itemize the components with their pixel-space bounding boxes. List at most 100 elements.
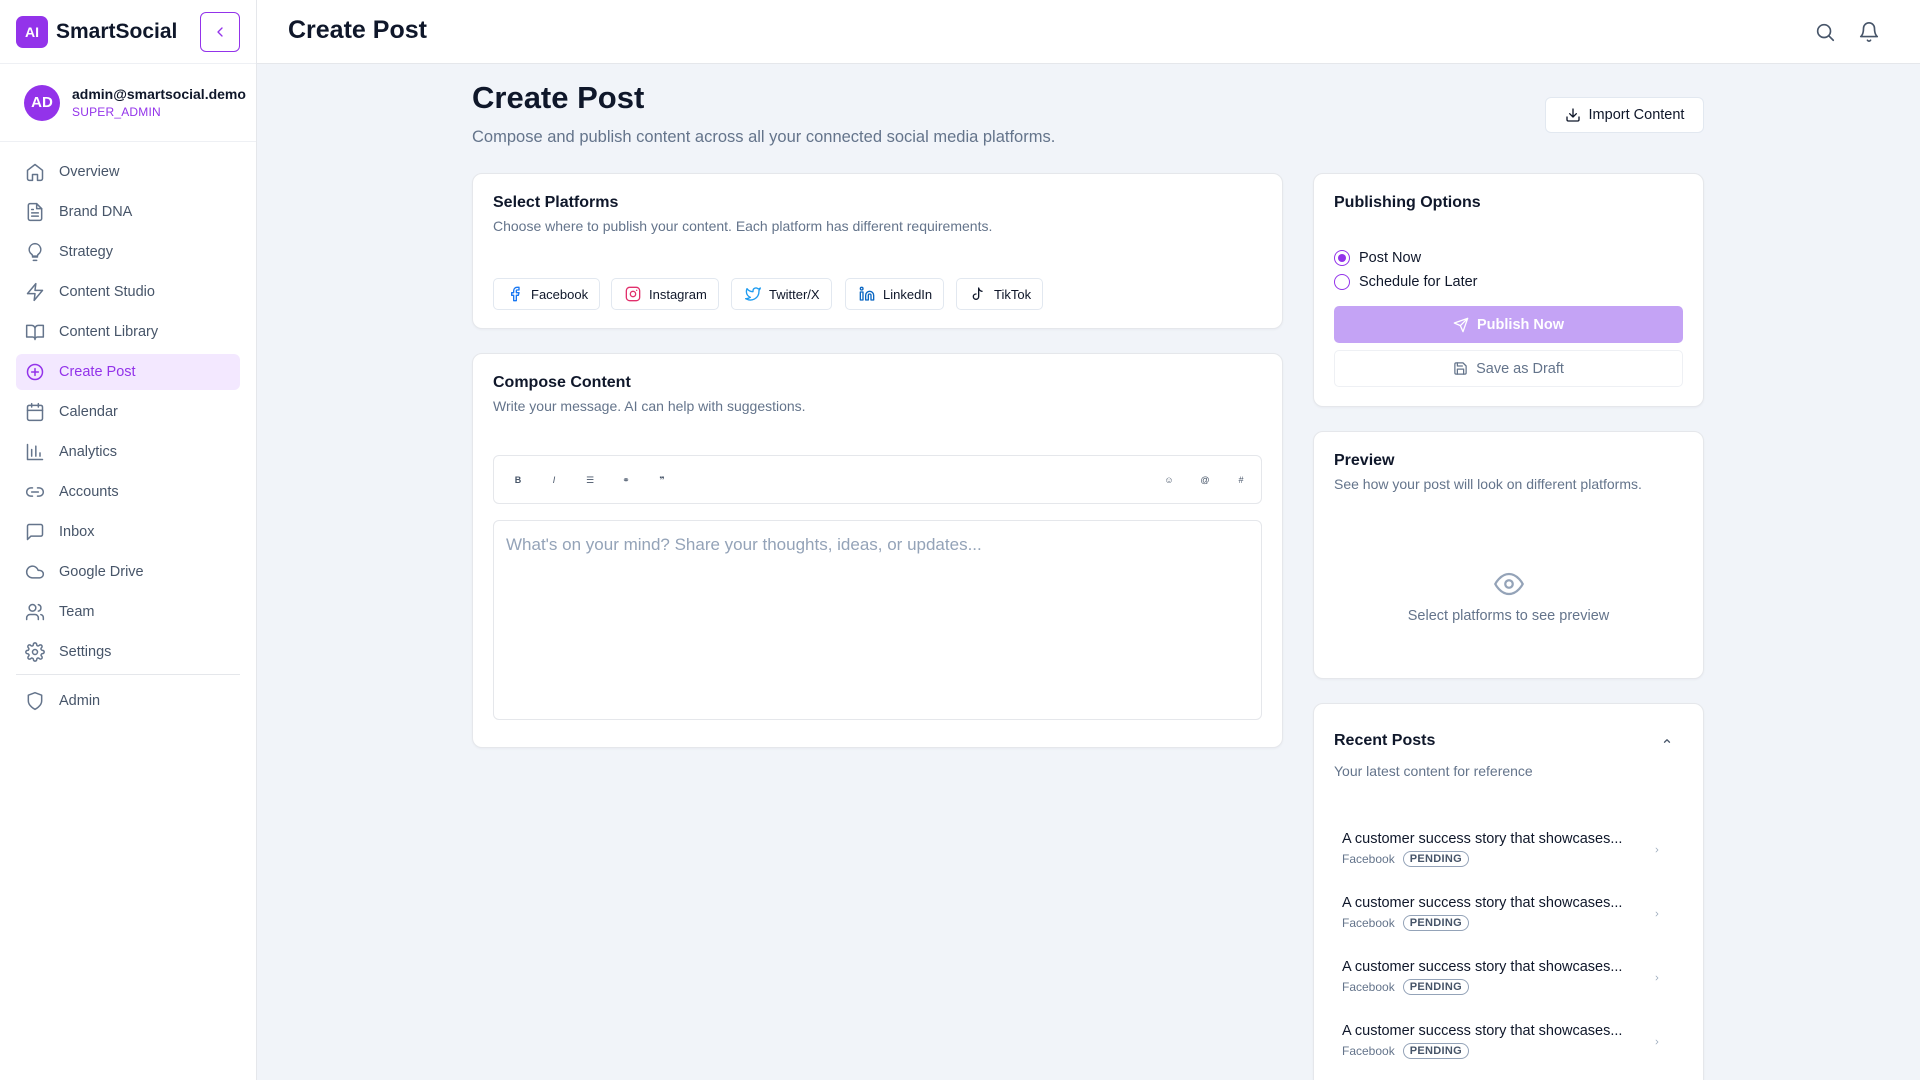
- sidebar-item-brand-dna[interactable]: Brand DNA: [16, 194, 240, 230]
- platform-label: Twitter/X: [769, 286, 820, 302]
- publish-now-label: Publish Now: [1477, 316, 1564, 333]
- sidebar-item-admin[interactable]: Admin: [16, 683, 240, 719]
- sidebar-item-inbox[interactable]: Inbox: [16, 514, 240, 550]
- status-badge: PENDING: [1402, 1043, 1469, 1059]
- search-icon[interactable]: [1814, 21, 1836, 43]
- page-title: Create Post: [472, 80, 645, 115]
- sidebar-item-label: Overview: [59, 164, 120, 180]
- sidebar-item-team[interactable]: Team: [16, 594, 240, 630]
- sidebar-item-label: Admin: [59, 693, 101, 709]
- post-content-input[interactable]: [494, 521, 1261, 719]
- publish-now-button[interactable]: Publish Now: [1334, 306, 1683, 343]
- chevron-right-icon: [1655, 847, 1659, 853]
- import-content-button[interactable]: Import Content: [1545, 97, 1704, 133]
- sidebar-item-label: Accounts: [59, 484, 119, 500]
- sidebar-item-calendar[interactable]: Calendar: [16, 394, 240, 430]
- shield-icon: [27, 691, 43, 711]
- recent-post-platform: Facebook: [1342, 1044, 1395, 1058]
- recent-posts-card: Recent Posts Your latest content for ref…: [1313, 703, 1704, 1080]
- platform-facebook-button[interactable]: Facebook: [493, 278, 601, 310]
- recent-post-title: A customer success story that showcases.…: [1342, 1023, 1623, 1039]
- card-title: Select Platforms: [493, 194, 619, 211]
- twitter-icon: [745, 287, 761, 301]
- compose-content-card: Compose Content Write your message. AI c…: [472, 353, 1283, 748]
- sidebar-item-create-post[interactable]: Create Post: [16, 354, 240, 390]
- recent-post-title: A customer success story that showcases.…: [1342, 895, 1623, 911]
- chevron-up-icon[interactable]: [1662, 736, 1672, 746]
- sidebar-item-content-studio[interactable]: Content Studio: [16, 274, 240, 310]
- instagram-icon: [625, 286, 641, 302]
- user-email: admin@smartsocial.demo: [72, 86, 246, 102]
- sidebar-item-label: Settings: [59, 644, 112, 660]
- tiktok-icon: [972, 287, 983, 300]
- card-title: Compose Content: [493, 374, 631, 391]
- chevron-right-icon: [1655, 975, 1659, 981]
- recent-post-title: A customer success story that showcases.…: [1342, 831, 1623, 847]
- calendar-icon: [26, 402, 44, 422]
- post-now-option[interactable]: Post Now: [1334, 250, 1421, 266]
- sidebar-item-label: Analytics: [59, 444, 118, 460]
- recent-post-platform: Facebook: [1342, 852, 1395, 866]
- list-item[interactable]: A customer success story that showcases.…: [1342, 1023, 1672, 1059]
- select-platforms-card: Select Platforms Choose where to publish…: [472, 173, 1283, 329]
- link-icon[interactable]: ⚭: [620, 474, 632, 486]
- home-icon: [26, 163, 44, 182]
- radio-unselected-icon[interactable]: [1334, 274, 1350, 290]
- linkedin-icon: [859, 286, 875, 301]
- recent-post-title: A customer success story that showcases.…: [1342, 959, 1623, 975]
- list-icon[interactable]: ☰: [584, 474, 596, 486]
- sidebar-item-google-drive[interactable]: Google Drive: [16, 554, 240, 590]
- platform-label: TikTok: [994, 286, 1032, 302]
- brand-name: SmartSocial: [56, 19, 178, 43]
- sidebar-item-strategy[interactable]: Strategy: [16, 234, 240, 270]
- sidebar-item-label: Inbox: [59, 524, 95, 540]
- platform-instagram-button[interactable]: Instagram: [611, 278, 719, 310]
- sidebar-item-label: Google Drive: [59, 564, 144, 580]
- radio-selected-icon[interactable]: [1334, 250, 1350, 266]
- formatting-toolbar: B I ☰ ⚭ ❞ ☺ @ #: [493, 455, 1262, 504]
- list-item[interactable]: A customer success story that showcases.…: [1342, 831, 1672, 867]
- card-title: Publishing Options: [1334, 194, 1481, 211]
- schedule-later-option[interactable]: Schedule for Later: [1334, 274, 1478, 290]
- sidebar-item-overview[interactable]: Overview: [16, 154, 240, 190]
- sidebar-item-settings[interactable]: Settings: [16, 634, 240, 670]
- card-subtitle: Your latest content for reference: [1334, 763, 1533, 779]
- sidebar-item-accounts[interactable]: Accounts: [16, 474, 240, 510]
- sidebar-item-label: Strategy: [59, 244, 113, 260]
- chevron-left-icon: [217, 27, 223, 37]
- save-draft-button[interactable]: Save as Draft: [1334, 350, 1683, 387]
- list-item[interactable]: A customer success story that showcases.…: [1342, 895, 1672, 931]
- platform-twitter-button[interactable]: Twitter/X: [731, 278, 832, 310]
- list-item[interactable]: A customer success story that showcases.…: [1342, 959, 1672, 995]
- sidebar-item-analytics[interactable]: Analytics: [16, 434, 240, 470]
- chevron-right-icon: [1655, 911, 1659, 917]
- preview-card: Preview See how your post will look on d…: [1313, 431, 1704, 679]
- chevron-right-icon: [1655, 1039, 1659, 1045]
- link-icon: [25, 487, 45, 497]
- sidebar-item-content-library[interactable]: Content Library: [16, 314, 240, 350]
- file-text-icon: [27, 202, 43, 222]
- bell-icon[interactable]: [1858, 21, 1880, 43]
- status-badge: PENDING: [1402, 915, 1469, 931]
- bold-icon[interactable]: B: [512, 474, 524, 486]
- hashtag-icon[interactable]: #: [1235, 474, 1247, 486]
- platform-tiktok-button[interactable]: TikTok: [956, 278, 1044, 310]
- option-label: Post Now: [1359, 250, 1422, 266]
- quote-icon[interactable]: ❞: [656, 474, 668, 486]
- plus-circle-icon: [26, 363, 44, 381]
- card-title: Preview: [1334, 452, 1395, 469]
- lightbulb-icon: [28, 242, 42, 262]
- collapse-sidebar-button[interactable]: [200, 12, 240, 52]
- card-title: Recent Posts: [1334, 732, 1436, 749]
- facebook-icon: [511, 286, 520, 302]
- preview-empty-text: Select platforms to see preview: [1407, 608, 1610, 624]
- card-subtitle: Write your message. AI can help with sug…: [493, 398, 806, 414]
- user-profile[interactable]: AD admin@smartsocial.demo SUPER_ADMIN: [0, 64, 256, 142]
- italic-icon[interactable]: I: [548, 474, 560, 486]
- option-label: Schedule for Later: [1359, 274, 1478, 290]
- emoji-icon[interactable]: ☺: [1163, 474, 1175, 486]
- mention-icon[interactable]: @: [1199, 474, 1211, 486]
- platform-label: LinkedIn: [883, 286, 933, 302]
- cloud-icon: [25, 565, 45, 579]
- platform-linkedin-button[interactable]: LinkedIn: [845, 278, 945, 310]
